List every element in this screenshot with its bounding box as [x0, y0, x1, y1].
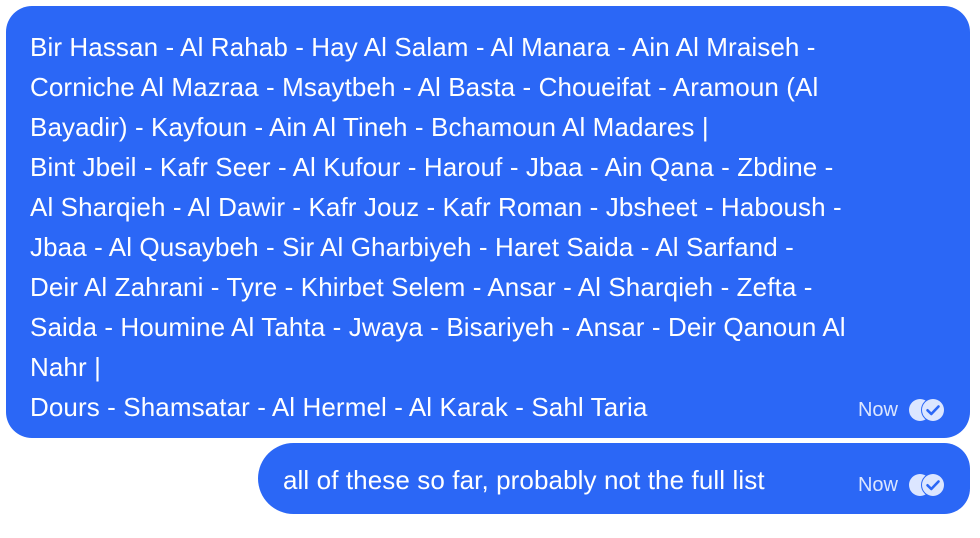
- double-check-read-icon: [908, 473, 946, 497]
- message-line: Deir Al Zahrani - Tyre - Khirbet Selem -…: [30, 272, 813, 302]
- message-line: Saida - Houmine Al Tahta - Jwaya - Bisar…: [30, 312, 846, 342]
- message-meta: Now: [858, 398, 946, 422]
- message-line: Bint Jbeil - Kafr Seer - Al Kufour - Har…: [30, 152, 834, 182]
- message-line: all of these so far, probably not the fu…: [283, 465, 765, 495]
- message-line: Jbaa - Al Qusaybeh - Sir Al Gharbiyeh - …: [30, 232, 794, 262]
- message-meta: Now: [858, 473, 946, 497]
- message-time: Now: [857, 474, 898, 496]
- double-check-read-icon: [908, 398, 946, 422]
- message-line: Bayadir) - Kayfoun - Ain Al Tineh - Bcha…: [30, 112, 709, 142]
- message-line: Corniche Al Mazraa - Msaytbeh - Al Basta…: [30, 72, 819, 102]
- message-text: all of these so far, probably not the fu…: [283, 460, 950, 500]
- message-time: Now: [857, 399, 898, 421]
- message-line: Bir Hassan - Al Rahab - Hay Al Salam - A…: [30, 32, 816, 62]
- message-line: Nahr |: [30, 352, 101, 382]
- message-line: Al Sharqieh - Al Dawir - Kafr Jouz - Kaf…: [30, 192, 842, 222]
- chat-thread: Bir Hassan - Al Rahab - Hay Al Salam - A…: [0, 0, 980, 538]
- message-bubble[interactable]: all of these so far, probably not the fu…: [258, 443, 970, 514]
- message-text: Bir Hassan - Al Rahab - Hay Al Salam - A…: [30, 27, 950, 427]
- message-line: Dours - Shamsatar - Al Hermel - Al Karak…: [30, 392, 648, 422]
- message-bubble[interactable]: Bir Hassan - Al Rahab - Hay Al Salam - A…: [6, 6, 970, 438]
